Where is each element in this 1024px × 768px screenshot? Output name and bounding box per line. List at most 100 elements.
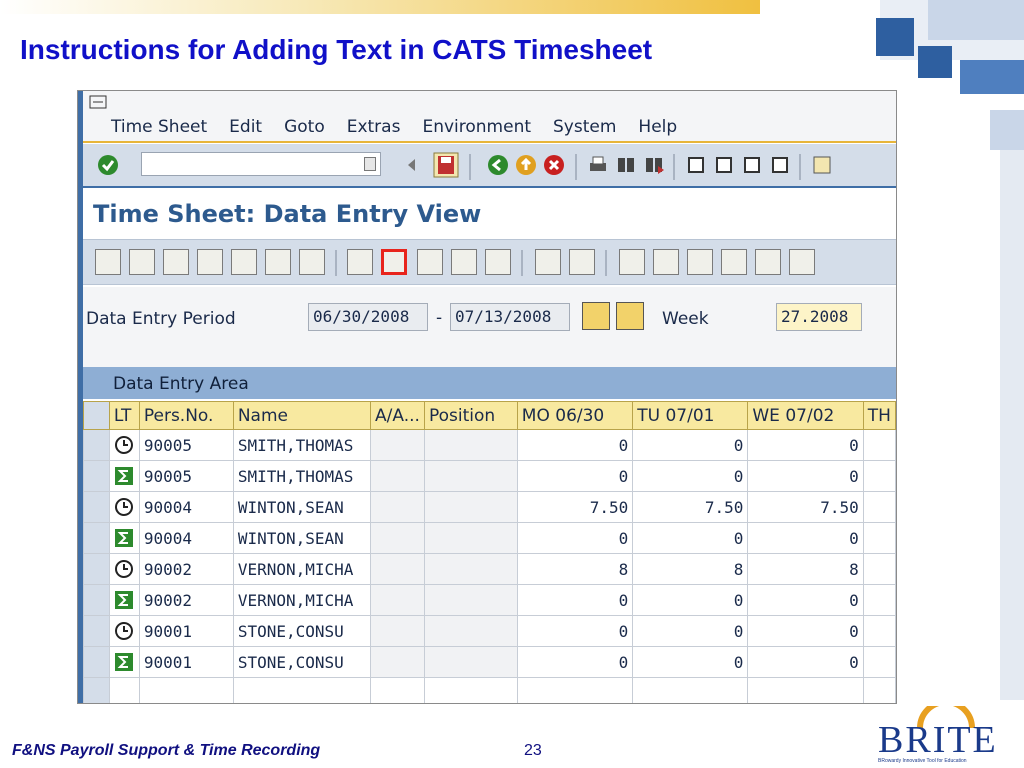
copy-icon[interactable] [451, 249, 477, 275]
last-page-icon[interactable] [769, 154, 791, 176]
cell-th[interactable] [862, 491, 896, 523]
table-row[interactable]: 90004 WINTON,SEAN 0 0 0 [83, 522, 896, 554]
cell-th[interactable] [862, 460, 896, 492]
find-icon[interactable] [615, 154, 637, 176]
cell-aa[interactable] [370, 584, 425, 616]
cell-aa[interactable] [370, 460, 425, 492]
menu-time-sheet[interactable]: Time Sheet [111, 117, 207, 137]
cell-name[interactable]: STONE,CONSU [232, 615, 372, 647]
col-th[interactable]: TH [862, 401, 896, 430]
cell-name[interactable]: STONE,CONSU [232, 646, 372, 678]
select-all-rows-icon[interactable] [83, 401, 110, 430]
sum-toolbar-icon[interactable] [231, 249, 257, 275]
menu-edit[interactable]: Edit [229, 117, 262, 137]
cell-we[interactable]: 0 [747, 584, 864, 616]
cell-mo[interactable]: 0 [516, 429, 634, 461]
cell-pers-no[interactable]: 90001 [138, 646, 234, 678]
row-selector[interactable] [83, 429, 110, 461]
undo-icon[interactable] [653, 249, 679, 275]
empty-cell[interactable] [747, 677, 864, 703]
row-selector[interactable] [83, 646, 110, 678]
next-page-icon[interactable] [741, 154, 763, 176]
menu-extras[interactable]: Extras [347, 117, 401, 137]
cell-aa[interactable] [370, 522, 425, 554]
empty-cell[interactable] [370, 677, 425, 703]
table-row[interactable]: 90002 VERNON,MICHA 8 8 8 [83, 553, 896, 585]
cell-th[interactable] [862, 584, 896, 616]
cell-th[interactable] [862, 429, 896, 461]
cell-aa[interactable] [370, 553, 425, 585]
empty-cell[interactable] [138, 677, 234, 703]
enter-check-icon[interactable] [97, 154, 119, 176]
cell-we[interactable]: 0 [747, 429, 864, 461]
cell-position[interactable] [423, 429, 518, 461]
select-all-icon[interactable] [619, 249, 645, 275]
previous-page-icon[interactable] [713, 154, 735, 176]
cell-name[interactable]: WINTON,SEAN [232, 491, 372, 523]
cell-position[interactable] [423, 615, 518, 647]
cell-we[interactable]: 0 [747, 615, 864, 647]
cell-th[interactable] [862, 615, 896, 647]
cell-pers-no[interactable]: 90002 [138, 584, 234, 616]
cell-pers-no[interactable]: 90005 [138, 429, 234, 461]
list-icon[interactable] [535, 249, 561, 275]
first-page-icon[interactable] [685, 154, 707, 176]
filter-icon[interactable] [197, 249, 223, 275]
cell-name[interactable]: SMITH,THOMAS [232, 429, 372, 461]
cell-mo[interactable]: 0 [516, 522, 634, 554]
week-field[interactable]: 27.2008 [776, 303, 862, 331]
print-icon[interactable] [587, 154, 609, 176]
col-name[interactable]: Name [232, 401, 372, 430]
cell-name[interactable]: VERNON,MICHA [232, 584, 372, 616]
empty-cell[interactable] [232, 677, 372, 703]
row-selector[interactable] [83, 460, 110, 492]
row-selector[interactable] [83, 522, 110, 554]
back-icon[interactable] [487, 154, 509, 176]
menu-goto[interactable]: Goto [284, 117, 325, 137]
save-icon[interactable] [433, 152, 459, 178]
col-position[interactable]: Position [423, 401, 518, 430]
insert-row-icon[interactable] [687, 249, 713, 275]
table-row-empty[interactable] [83, 677, 896, 703]
new-session-icon[interactable] [811, 154, 833, 176]
find-next-icon[interactable] [643, 154, 665, 176]
empty-cell[interactable] [516, 677, 634, 703]
row-selector[interactable] [83, 553, 110, 585]
menu-help[interactable]: Help [638, 117, 677, 137]
cell-name[interactable]: SMITH,THOMAS [232, 460, 372, 492]
period-to-field[interactable]: 07/13/2008 [450, 303, 570, 331]
command-field[interactable] [141, 152, 381, 176]
cell-mo[interactable]: 0 [516, 615, 634, 647]
calendar-icon[interactable] [299, 249, 325, 275]
cell-name[interactable]: WINTON,SEAN [232, 522, 372, 554]
cell-mo[interactable]: 0 [516, 646, 634, 678]
empty-cell[interactable] [423, 677, 518, 703]
clock-toolbar-icon[interactable] [265, 249, 291, 275]
cell-aa[interactable] [370, 429, 425, 461]
details-icon[interactable] [347, 249, 373, 275]
table-row[interactable]: 90001 STONE,CONSU 0 0 0 [83, 646, 896, 678]
cell-pers-no[interactable]: 90004 [138, 522, 234, 554]
cell-position[interactable] [423, 646, 518, 678]
print-preview-icon[interactable] [163, 249, 189, 275]
cell-pers-no[interactable]: 90002 [138, 553, 234, 585]
cell-we[interactable]: 0 [747, 646, 864, 678]
cell-mo[interactable]: 8 [516, 553, 634, 585]
info-icon[interactable] [485, 249, 511, 275]
cell-th[interactable] [862, 522, 896, 554]
edit-text-icon[interactable] [381, 249, 407, 275]
cell-pers-no[interactable]: 90001 [138, 615, 234, 647]
copy-row-icon[interactable] [755, 249, 781, 275]
cell-pers-no[interactable]: 90004 [138, 491, 234, 523]
table-row[interactable]: 90005 SMITH,THOMAS 0 0 0 [83, 429, 896, 461]
table-row[interactable]: 90002 VERNON,MICHA 0 0 0 [83, 584, 896, 616]
cell-position[interactable] [423, 460, 518, 492]
move-icon[interactable] [417, 249, 443, 275]
row-selector[interactable] [83, 491, 110, 523]
col-pers-no[interactable]: Pers.No. [138, 401, 234, 430]
cell-we[interactable]: 8 [747, 553, 864, 585]
menu-system[interactable]: System [553, 117, 616, 137]
cell-tu[interactable]: 0 [632, 584, 749, 616]
cell-position[interactable] [423, 553, 518, 585]
cell-position[interactable] [423, 522, 518, 554]
